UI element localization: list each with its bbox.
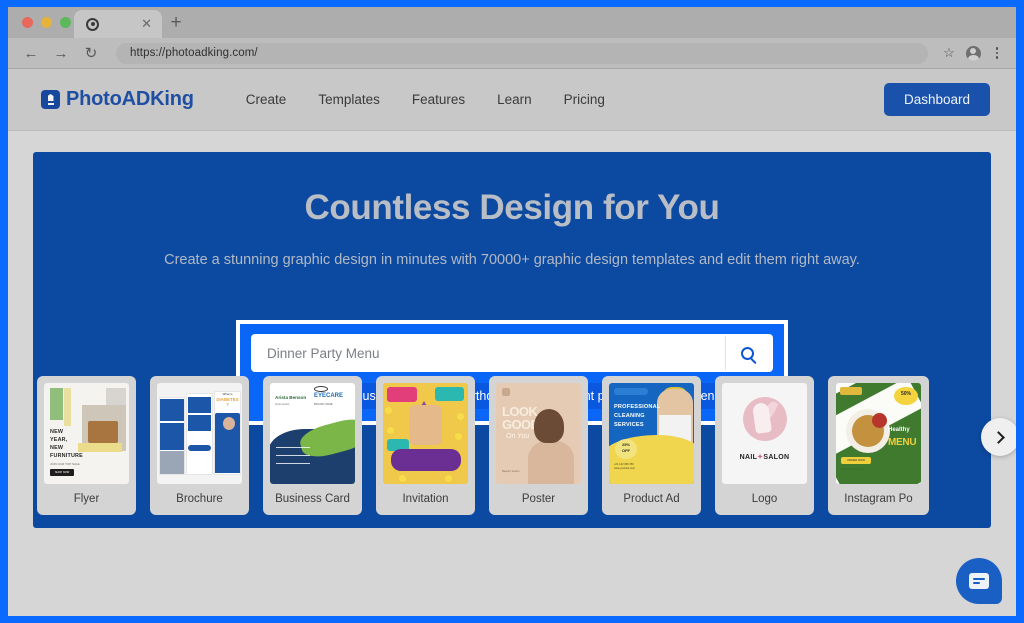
template-card-label: Instagram Po <box>844 493 913 505</box>
template-thumbnail: NAIL✦SALON <box>722 383 807 484</box>
template-card-product-ad[interactable]: PROFESSIONAL CLEANING SERVICES 25% OFF +01 … <box>602 376 701 515</box>
nav-link-templates[interactable]: Templates <box>318 92 380 107</box>
template-thumbnail <box>383 383 468 484</box>
nav-link-features[interactable]: Features <box>412 92 465 107</box>
kebab-menu-icon[interactable] <box>986 42 1008 64</box>
template-card-logo[interactable]: NAIL✦SALON Logo <box>715 376 814 515</box>
browser-tab[interactable]: ✕ <box>74 10 162 38</box>
template-thumbnail: LOOK GOOD On You Beauty Studio <box>496 383 581 484</box>
template-card-label: Business Card <box>275 493 350 505</box>
template-card-brochure[interactable]: What is DIABETES ? Brochure <box>150 376 249 515</box>
brand-name: PhotoADKing <box>66 88 194 110</box>
url-text: https://photoadking.com/ <box>130 47 258 59</box>
template-card-invitation[interactable]: Invitation <box>376 376 475 515</box>
template-thumbnail: What is DIABETES ? <box>157 383 242 484</box>
photoadking-crown-logo-icon <box>41 90 60 109</box>
search-input[interactable] <box>251 345 725 361</box>
close-window-button[interactable] <box>22 17 33 28</box>
template-thumbnail: NEW YEAR, NEW FURNITURE JOIN OUR TOP SAL… <box>44 383 129 484</box>
template-thumbnail: Arista Benson Optometrist EYECARE BRAND … <box>270 383 355 484</box>
template-card-label: Poster <box>521 493 556 505</box>
maximize-window-button[interactable] <box>60 17 71 28</box>
search-button[interactable] <box>725 336 769 370</box>
primary-nav: Create Templates Features Learn Pricing <box>246 92 605 107</box>
user-avatar-icon[interactable] <box>962 42 984 64</box>
template-card-label: Product Ad <box>623 493 680 505</box>
page-content: PhotoADKing Create Templates Features Le… <box>8 69 1016 616</box>
minimize-window-button[interactable] <box>41 17 52 28</box>
nav-link-learn[interactable]: Learn <box>497 92 532 107</box>
browser-toolbar: ← → ↻ https://photoadking.com/ ☆ <box>8 38 1016 69</box>
new-tab-button[interactable]: + <box>166 13 186 33</box>
arrow-right-icon[interactable]: → <box>48 40 74 66</box>
toolbar-icons: ☆ <box>938 42 1008 64</box>
site-navbar: PhotoADKing Create Templates Features Le… <box>8 69 1016 131</box>
circle-target-icon <box>86 17 99 31</box>
brand-logo[interactable]: PhotoADKing <box>41 88 194 111</box>
reload-icon[interactable]: ↻ <box>78 40 104 66</box>
template-card-label: Logo <box>751 493 778 505</box>
hero-subheading: Create a stunning graphic design in minu… <box>164 252 860 268</box>
page-title: Countless Design for You <box>304 188 720 227</box>
template-card-instagram-post[interactable]: 50% Healthy MENU ORDER NOW www.yoursite.… <box>828 376 929 515</box>
star-icon[interactable]: ☆ <box>938 42 960 64</box>
window-traffic-lights <box>22 17 71 28</box>
browser-window: ✕ + ← → ↻ https://photoadking.com/ ☆ Pho… <box>8 5 1016 617</box>
template-card-label: Invitation <box>402 493 449 505</box>
close-icon[interactable]: ✕ <box>141 17 152 30</box>
arrow-left-icon[interactable]: ← <box>18 40 44 66</box>
nav-link-pricing[interactable]: Pricing <box>564 92 605 107</box>
carousel-next-button[interactable] <box>981 418 1016 456</box>
browser-tab-strip: ✕ + <box>8 5 1016 38</box>
template-card-flyer[interactable]: NEW YEAR, NEW FURNITURE JOIN OUR TOP SAL… <box>37 376 136 515</box>
template-category-carousel: NEW YEAR, NEW FURNITURE JOIN OUR TOP SAL… <box>37 376 929 515</box>
chat-message-icon <box>969 573 989 589</box>
chat-widget-button[interactable] <box>956 558 1002 604</box>
template-thumbnail: PROFESSIONAL CLEANING SERVICES 25% OFF +01 … <box>609 383 694 484</box>
nav-link-create[interactable]: Create <box>246 92 287 107</box>
template-card-label: Brochure <box>176 493 223 505</box>
dashboard-button[interactable]: Dashboard <box>883 83 990 116</box>
screenshot-root: ✕ + ← → ↻ https://photoadking.com/ ☆ Pho… <box>0 0 1024 623</box>
magnifier-icon <box>741 346 754 360</box>
chevron-right-icon <box>992 430 1005 444</box>
template-thumbnail: 50% Healthy MENU ORDER NOW www.yoursite.… <box>836 383 921 484</box>
template-card-business-card[interactable]: Arista Benson Optometrist EYECARE BRAND … <box>263 376 362 515</box>
template-card-label: Flyer <box>73 493 100 505</box>
search-bar[interactable] <box>251 334 773 372</box>
address-bar[interactable]: https://photoadking.com/ <box>116 42 928 64</box>
template-card-poster[interactable]: LOOK GOOD On You Beauty Studio Poster <box>489 376 588 515</box>
